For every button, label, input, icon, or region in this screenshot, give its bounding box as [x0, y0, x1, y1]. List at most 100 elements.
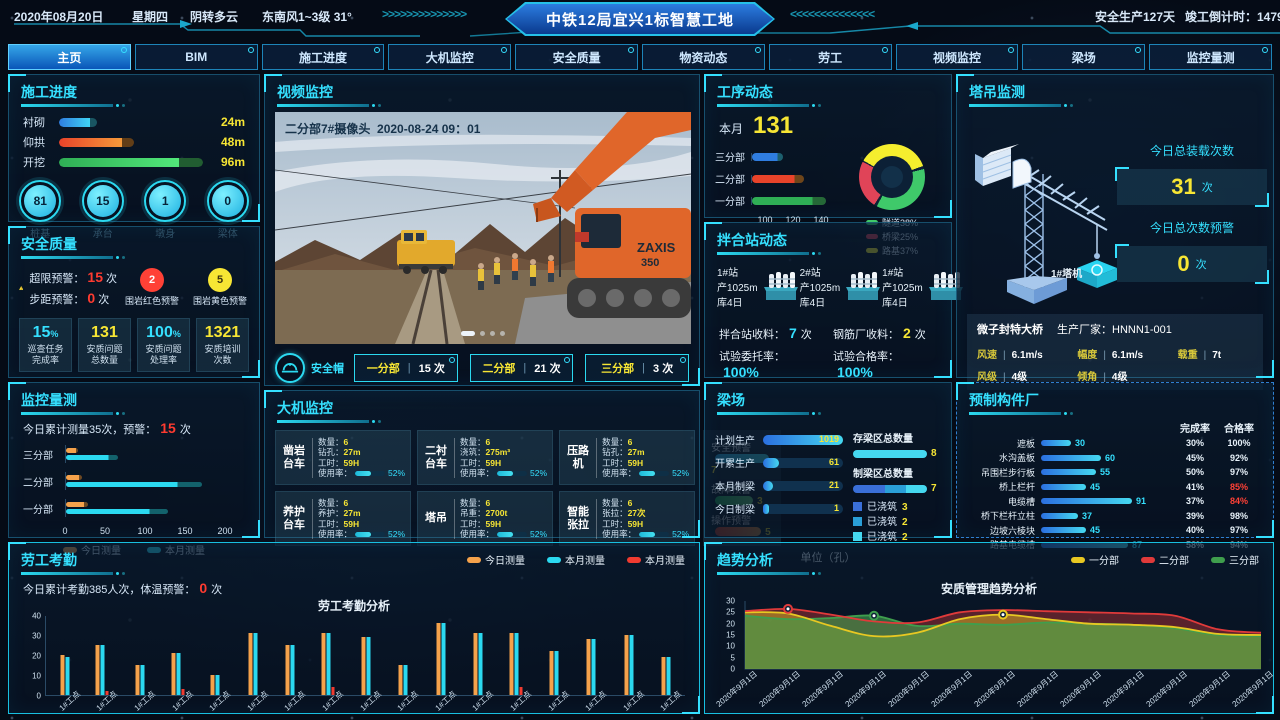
tile-label: 安质培训次数	[199, 344, 246, 366]
panel-construction-progress: 施工进度 衬砌24m仰拱48m开挖96m 81桩基15承台1墩身0梁体	[8, 74, 260, 222]
usage-fill	[355, 471, 371, 476]
card-divider	[596, 438, 597, 478]
box-value: 15 次	[419, 360, 445, 376]
nav-tab[interactable]: 安全质量	[515, 44, 638, 70]
labor-bar	[587, 639, 591, 695]
precast-pass-rate: 100%	[1217, 438, 1261, 448]
precast-name: 边坡六棱块	[969, 524, 1041, 537]
mixing-station: 1#站产1025m库4日	[882, 266, 965, 311]
machine-card-rows: 数量：6张拉：27次工时：59H使用率：52%	[602, 498, 689, 540]
nav-tab[interactable]: 视频监控	[896, 44, 1019, 70]
storage-bar-segment	[906, 485, 927, 493]
nav-tab[interactable]: 主页	[8, 44, 131, 70]
storage-bar-segment	[853, 450, 927, 458]
nav-tab[interactable]: BIM	[135, 44, 258, 70]
panel-title: 施工进度	[9, 75, 259, 104]
field-divider: |	[1003, 350, 1006, 361]
labor-bar	[65, 657, 69, 695]
machine-card: 压路机数量：6钻孔：27m工时：59H使用率：52%	[559, 430, 695, 485]
monitor-bar	[66, 448, 78, 453]
nav-tab[interactable]: 物资动态	[642, 44, 765, 70]
panel-video-monitor: 视频监控	[264, 74, 700, 386]
labor-legend-item: 本月测量	[547, 552, 605, 567]
carousel-dot[interactable]	[490, 331, 495, 336]
panel-beam-yard: 梁场 计划生产1019开累生产61本月制梁21今日制梁1 存梁区总数量8制梁区总…	[704, 382, 952, 538]
usage-track	[355, 471, 385, 476]
circle-ring: 81	[19, 180, 61, 222]
machine-stat-row: 工时：59H	[318, 519, 405, 530]
carousel-dot[interactable]	[461, 331, 475, 336]
nav-tab[interactable]: 监控量测	[1149, 44, 1272, 70]
box-value: 3 次	[653, 360, 673, 376]
today-load-label: 今日总装载次数	[1150, 142, 1234, 159]
process-row-label: 三分部	[715, 149, 751, 164]
nav-tab[interactable]: 施工进度	[262, 44, 385, 70]
trend-plot	[739, 597, 1269, 675]
video-frame[interactable]: ZAXIS 350 二分部7#摄像头 2020-08-24 09：01	[275, 112, 691, 344]
helmet-count-box[interactable]: 一分部|15 次	[354, 354, 458, 382]
machine-stat-row: 工时：59H	[602, 458, 689, 469]
mixing-plant-icon	[844, 270, 882, 307]
machine-stat-row: 养护：27m	[318, 508, 405, 519]
labor-bar	[216, 675, 220, 695]
panel-title: 监控量测	[9, 383, 259, 412]
circle-value: 1	[149, 185, 181, 217]
card-divider	[312, 499, 313, 539]
app-title-badge: 中铁12局宜兴1标智慧工地	[505, 2, 775, 36]
precast-bar	[1041, 513, 1078, 519]
nav-tab[interactable]: 劳工	[769, 44, 892, 70]
machine-card-rows: 数量：6钻孔：27m工时：59H使用率：52%	[318, 437, 405, 479]
trend-y-tick: 0	[731, 665, 735, 674]
mixing-stations: 1#站产1025m库4日2#站产1025m库4日1#站产1025m库4日	[705, 260, 951, 311]
completion-countdown: 竣工倒计时：1479天	[1185, 8, 1280, 25]
panel-title: 塔吊监测	[957, 75, 1273, 104]
monitor-x-tick: 100	[137, 526, 152, 536]
carousel-dot[interactable]	[480, 331, 485, 336]
beam-bar-label: 开累生产	[715, 455, 759, 470]
process-row-label: 二分部	[715, 171, 751, 186]
crane-field: 风速|6.1m/s	[977, 346, 1073, 361]
progress-bar-fill	[59, 118, 90, 127]
labor-bar-group: 1#工点	[497, 616, 535, 695]
beam-bar-fill	[763, 458, 779, 468]
machine-stat-row: 数量：6	[602, 498, 689, 509]
precast-done-rate: 30%	[1173, 438, 1217, 448]
precast-qty: 30	[1075, 438, 1085, 448]
machine-card-rows: 数量：6吊重：2700t工时：59H使用率：52%	[460, 498, 547, 540]
card-divider	[312, 438, 313, 478]
precast-done-rate: 45%	[1173, 453, 1217, 463]
progress-bar-value: 24m	[211, 115, 245, 129]
box-name: 三分部	[601, 360, 634, 376]
storage-bar-value: 8	[931, 448, 941, 459]
nav-tab[interactable]: 大机监控	[388, 44, 511, 70]
labor-y-tick: 40	[32, 612, 41, 621]
precast-name: 水沟盖板	[969, 451, 1041, 464]
progress-bar-tail	[122, 138, 135, 147]
field-value: 6.1m/s	[1012, 350, 1043, 361]
labor-bar	[60, 655, 64, 695]
legend-swatch	[547, 557, 561, 563]
beam-bar-value: 1	[834, 503, 839, 513]
trend-legend: 一分部二分部三分部	[1071, 543, 1273, 567]
precast-pass-rate: 92%	[1217, 453, 1261, 463]
storage-bar-segment	[853, 485, 885, 493]
monitor-row-label: 二分部	[23, 474, 65, 489]
labor-bar	[135, 665, 139, 695]
nav-tab[interactable]: 梁场	[1022, 44, 1145, 70]
helmet-count-box[interactable]: 二分部|21 次	[470, 354, 574, 382]
field-value: 6.1m/s	[1112, 350, 1143, 361]
precast-qty: 37	[1082, 511, 1092, 521]
carousel-dot[interactable]	[500, 331, 505, 336]
trend-y-tick: 15	[726, 631, 735, 640]
panel-title: 劳工考勤	[9, 543, 236, 572]
machine-stat-row: 数量：6	[318, 437, 405, 448]
panel-process-activity: 工序动态 本月 131 三分部二分部一分部 100120140 隧道38%桥梁2…	[704, 74, 952, 218]
mixing-stat: 试验合格率：100%	[833, 348, 937, 380]
precast-bar-area: 30	[1041, 438, 1173, 448]
labor-bar-group: 1#工点	[84, 616, 122, 695]
legend-swatch	[467, 557, 481, 563]
helmet-count-box[interactable]: 三分部|3 次	[585, 354, 689, 382]
warning-triangle-icon	[19, 268, 23, 308]
monitor-bar	[66, 455, 118, 460]
panel-tower-crane: 塔吊监测	[956, 74, 1274, 378]
